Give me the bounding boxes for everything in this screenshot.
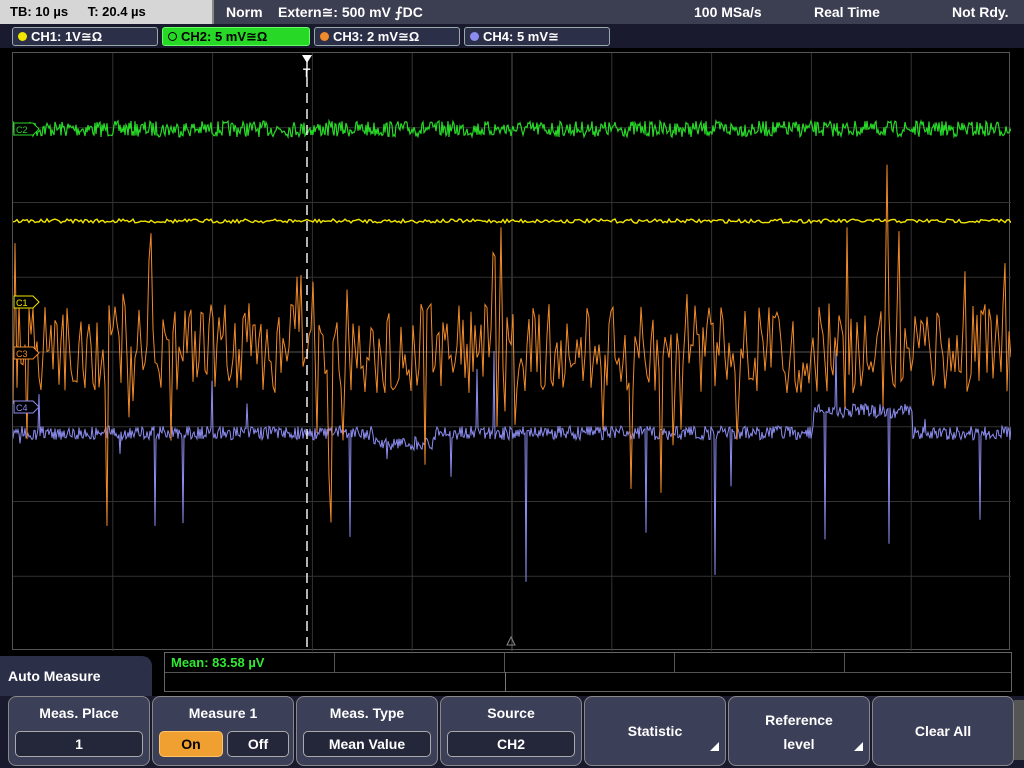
meas-divider — [505, 672, 506, 692]
meas-divider — [165, 672, 1011, 673]
ch4-label: CH4: 5 mV≅ — [483, 29, 559, 44]
measurement-results: Mean: 83.58 µV — [164, 652, 1012, 692]
trigger-marker-label: T — [303, 66, 311, 80]
ch2-offset-marker[interactable]: C2 — [13, 122, 40, 136]
center-marker — [506, 635, 516, 646]
trigger-time-value: T: 20.4 µs — [87, 4, 146, 19]
meas-place-key[interactable]: Meas. Place 1 — [8, 696, 150, 766]
statistic-key[interactable]: Statistic — [584, 696, 726, 766]
measure1-label: Measure 1 — [188, 705, 258, 721]
channel-button-ch2[interactable]: CH2: 5 mV≅Ω — [162, 27, 310, 46]
channel-button-ch1[interactable]: CH1: 1V≅Ω — [12, 27, 158, 46]
waveform-svg: T C2 C1 C3 C4 — [13, 53, 1011, 651]
meas-type-value[interactable]: Mean Value — [303, 731, 431, 757]
measure1-on-toggle[interactable]: On — [159, 731, 223, 757]
waveform-display[interactable]: T C2 C1 C3 C4 — [12, 52, 1011, 651]
submenu-arrow-icon — [710, 742, 719, 751]
graticule — [13, 53, 1011, 651]
ch2-marker-label: C2 — [16, 125, 28, 135]
channel-button-ch3[interactable]: CH3: 2 mV≅Ω — [314, 27, 460, 46]
menu-title: Auto Measure — [8, 668, 101, 684]
ch4-offset-marker[interactable]: C4 — [13, 400, 40, 414]
ch3-offset-marker[interactable]: C3 — [13, 346, 40, 360]
clear-all-label: Clear All — [914, 723, 972, 739]
ch3-color-dot — [320, 32, 329, 41]
clear-all-key[interactable]: Clear All — [872, 696, 1014, 766]
trigger-source[interactable]: Extern≅: 500 mV ⨍DC — [278, 0, 423, 24]
ch1-marker-label: C1 — [16, 298, 28, 308]
trigger-position-marker[interactable] — [302, 55, 312, 63]
menu-collapse-tab[interactable] — [1014, 700, 1024, 760]
timebase-value: TB: 10 µs — [10, 4, 69, 19]
ch4-color-dot — [470, 32, 479, 41]
meas-place-label: Meas. Place — [39, 705, 119, 721]
status-bar: TB: 10 µs T: 20.4 µs Norm Extern≅: 500 m… — [0, 0, 1024, 24]
source-key[interactable]: Source CH2 — [440, 696, 582, 766]
ch1-offset-marker[interactable]: C1 — [13, 295, 40, 309]
meas-cell — [335, 653, 505, 672]
trigger-mode[interactable]: Norm — [226, 0, 263, 24]
ready-state: Not Rdy. — [952, 4, 1009, 20]
ch1-color-dot — [18, 32, 27, 41]
measure1-off-toggle[interactable]: Off — [227, 731, 289, 757]
softkey-menu: Meas. Place 1 Measure 1 On Off Meas. Typ… — [0, 696, 1024, 768]
ch3-marker-label: C3 — [16, 349, 28, 359]
ch2-color-dot — [168, 32, 177, 41]
ch4-marker-label: C4 — [16, 403, 28, 413]
source-value[interactable]: CH2 — [447, 731, 575, 757]
ch1-label: CH1: 1V≅Ω — [31, 29, 103, 44]
meas-place-value[interactable]: 1 — [15, 731, 143, 757]
channel-bar: CH1: 1V≅Ω CH2: 5 mV≅Ω CH3: 2 mV≅Ω CH4: 5… — [0, 24, 1024, 48]
statistic-label: Statistic — [627, 723, 683, 739]
measurement-mean-value: Mean: 83.58 µV — [171, 655, 265, 670]
channel-button-ch4[interactable]: CH4: 5 mV≅ — [464, 27, 610, 46]
reference-label-line1: Reference — [765, 712, 833, 728]
meas-type-label: Meas. Type — [329, 705, 405, 721]
meas-cell — [505, 653, 675, 672]
reference-label-line2: level — [783, 736, 815, 752]
submenu-arrow-icon — [854, 742, 863, 751]
acquisition-mode: Real Time — [814, 4, 880, 20]
sample-rate: 100 MSa/s — [694, 4, 762, 20]
source-label: Source — [487, 705, 535, 721]
reference-level-key[interactable]: Reference level — [728, 696, 870, 766]
ch3-label: CH3: 2 mV≅Ω — [333, 29, 420, 44]
ch2-label: CH2: 5 mV≅Ω — [181, 29, 268, 44]
measure1-key[interactable]: Measure 1 On Off — [152, 696, 294, 766]
timebase-box[interactable]: TB: 10 µs T: 20.4 µs — [0, 0, 214, 24]
meas-type-key[interactable]: Meas. Type Mean Value — [296, 696, 438, 766]
meas-cell — [675, 653, 845, 672]
